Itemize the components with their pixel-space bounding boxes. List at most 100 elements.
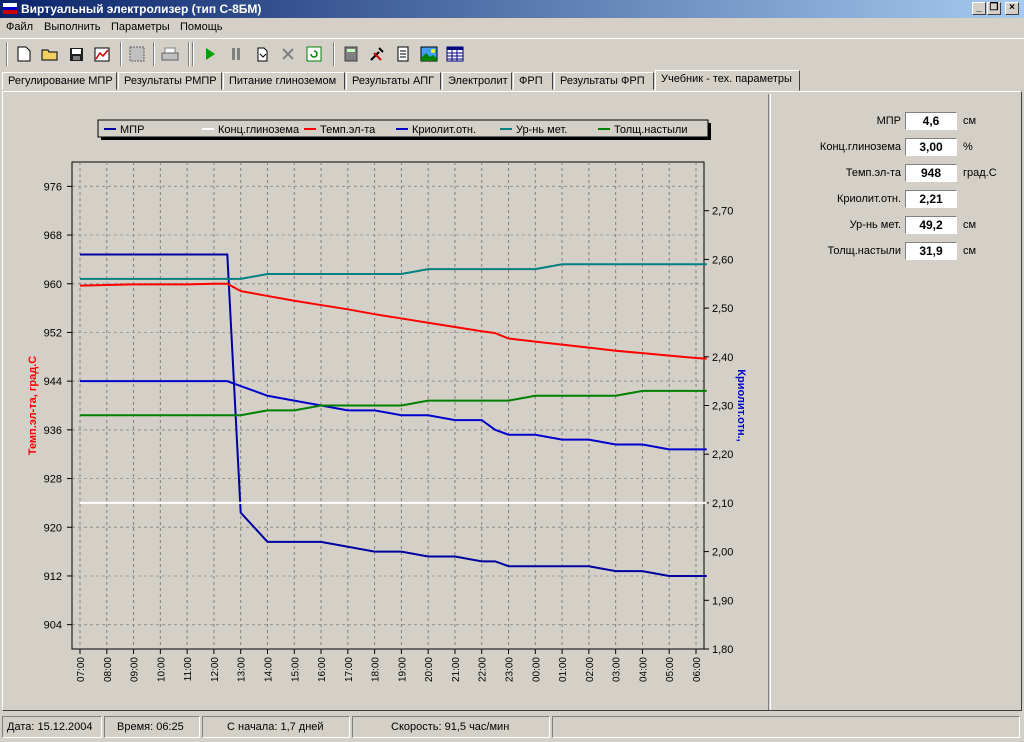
new-icon[interactable] — [13, 43, 35, 65]
menu-parameters[interactable]: Параметры — [111, 21, 170, 33]
stop-icon[interactable] — [277, 43, 299, 65]
y2-tick-label: 2,50 — [712, 303, 733, 315]
status-date: Дата: 15.12.2004 — [2, 716, 102, 738]
y2-tick-label: 2,20 — [712, 449, 733, 461]
grid-icon[interactable] — [126, 43, 148, 65]
param-unit: см — [963, 219, 977, 231]
open-icon[interactable] — [39, 43, 61, 65]
tab-alumina-feeding[interactable]: Питание глиноземом — [223, 72, 345, 90]
param-unit: % — [963, 141, 973, 153]
toolbar — [0, 38, 1024, 69]
param-unit: см — [963, 115, 977, 127]
tab-frp-results[interactable]: Результаты ФРП — [554, 72, 654, 90]
param-label: Конц.глинозема — [819, 141, 901, 153]
param-unit: см — [963, 245, 977, 257]
x-tick-label: 22:00 — [478, 657, 489, 682]
title-bar: Виртуальный электролизер (тип С-8БМ) _ ❐… — [0, 0, 1024, 18]
y-tick-label: 960 — [44, 279, 62, 291]
param-row-ledge: Толщ.настыли 31,9 см — [771, 241, 1021, 261]
x-tick-label: 10:00 — [156, 657, 167, 682]
param-label: Толщ.настыли — [827, 245, 901, 257]
maximize-button[interactable]: ❐ — [987, 2, 1001, 15]
x-tick-label: 15:00 — [290, 657, 301, 682]
x-tick-label: 17:00 — [344, 657, 355, 682]
russian-flag-icon — [3, 3, 17, 14]
chart-icon[interactable] — [91, 43, 113, 65]
report-icon[interactable] — [392, 43, 414, 65]
y2-tick-label: 2,70 — [712, 206, 733, 218]
param-label: Ур-нь мет. — [849, 219, 901, 231]
param-row-metal-level: Ур-нь мет. 49,2 см — [771, 215, 1021, 235]
y-tick-label: 904 — [44, 620, 62, 632]
x-tick-label: 03:00 — [612, 657, 623, 682]
param-value-metal-level: 49,2 — [905, 216, 957, 234]
param-value-temperature: 948 — [905, 164, 957, 182]
param-row-temperature: Темп.эл-та 948 град.С — [771, 163, 1021, 183]
legend-label: Ур-нь мет. — [516, 124, 567, 136]
x-tick-label: 18:00 — [371, 657, 382, 682]
trend-chart: 07:00 08:00 09:00 10:00 11:00 12:00 13:00 14:00… — [27, 119, 747, 682]
x-tick-label: 23:00 — [505, 657, 516, 682]
status-time: Время: 06:25 — [104, 716, 200, 738]
picture-icon[interactable] — [418, 43, 440, 65]
menu-help[interactable]: Помощь — [180, 21, 223, 33]
legend-label: Темп.эл-та — [320, 124, 376, 136]
y2-tick-label: 1,80 — [712, 644, 733, 656]
y-tick-label: 944 — [44, 376, 62, 388]
param-value-ledge: 31,9 — [905, 242, 957, 260]
x-tick-label: 11:00 — [183, 657, 194, 682]
x-tick-label: 05:00 — [665, 657, 676, 682]
legend-label: Криолит.отн. — [412, 124, 476, 136]
pause-icon[interactable] — [225, 43, 247, 65]
status-since-start: С начала: 1,7 дней — [202, 716, 350, 738]
chart-area: 07:00 08:00 09:00 10:00 11:00 12:00 13:00 14:00… — [6, 94, 769, 710]
y2-tick-label: 2,40 — [712, 352, 733, 364]
save-icon[interactable] — [65, 43, 87, 65]
tab-apg-results[interactable]: Результаты АПГ — [346, 72, 441, 90]
refresh-icon[interactable] — [303, 43, 325, 65]
x-tick-label: 01:00 — [558, 657, 569, 682]
y-tick-label: 928 — [44, 474, 62, 486]
param-row-mpr: МПР 4,6 см — [771, 111, 1021, 131]
x-tick-label: 21:00 — [451, 657, 462, 682]
legend-label: Конц.глинозема — [218, 124, 300, 136]
minimize-button[interactable]: _ — [972, 2, 986, 15]
parameters-pane: МПР 4,6 см Конц.глинозема 3,00 % Темп.эл… — [770, 94, 1021, 710]
table-icon[interactable] — [444, 43, 466, 65]
window-title: Виртуальный электролизер (тип С-8БМ) — [21, 2, 262, 16]
legend-label: Толщ.настыли — [614, 124, 687, 136]
tab-textbook-parameters[interactable]: Учебник - тех. параметры — [655, 70, 800, 91]
tab-electrolyte[interactable]: Электролит — [442, 72, 512, 90]
print-icon[interactable] — [159, 43, 181, 65]
x-tick-label: 13:00 — [237, 657, 248, 682]
param-value-cryolite: 2,21 — [905, 190, 957, 208]
param-value-mpr: 4,6 — [905, 112, 957, 130]
tools-icon[interactable] — [366, 43, 388, 65]
y-tick-label: 936 — [44, 425, 62, 437]
calculator-icon[interactable] — [340, 43, 362, 65]
tab-strip: Регулирование МПР Результаты РМПР Питани… — [0, 70, 1024, 92]
play-icon[interactable] — [199, 43, 221, 65]
step-icon[interactable] — [251, 43, 273, 65]
y2-tick-label: 2,30 — [712, 401, 733, 413]
status-speed: Скорость: 91,5 час/мин — [352, 716, 550, 738]
tab-rmpr-results[interactable]: Результаты РМПР — [118, 72, 222, 90]
y-tick-label: 952 — [44, 327, 62, 339]
tab-frp[interactable]: ФРП — [513, 72, 553, 90]
menu-file[interactable]: Файл — [6, 21, 33, 33]
param-label: Криолит.отн. — [836, 193, 901, 205]
tab-mpr-regulation[interactable]: Регулирование МПР — [2, 72, 117, 90]
x-tick-label: 20:00 — [424, 657, 435, 682]
y-tick-label: 968 — [44, 230, 62, 242]
x-tick-label: 16:00 — [317, 657, 328, 682]
param-value-alumina: 3,00 — [905, 138, 957, 156]
status-bar: Дата: 15.12.2004 Время: 06:25 С начала: … — [0, 714, 1024, 742]
x-tick-label: 04:00 — [638, 657, 649, 682]
x-tick-label: 14:00 — [263, 657, 274, 682]
param-row-cryolite: Криолит.отн. 2,21 — [771, 189, 1021, 209]
close-button[interactable]: × — [1005, 2, 1019, 15]
status-empty — [552, 716, 1020, 738]
menu-run[interactable]: Выполнить — [44, 21, 100, 33]
y2-tick-label: 2,10 — [712, 498, 733, 510]
y-tick-label: 920 — [44, 522, 62, 534]
